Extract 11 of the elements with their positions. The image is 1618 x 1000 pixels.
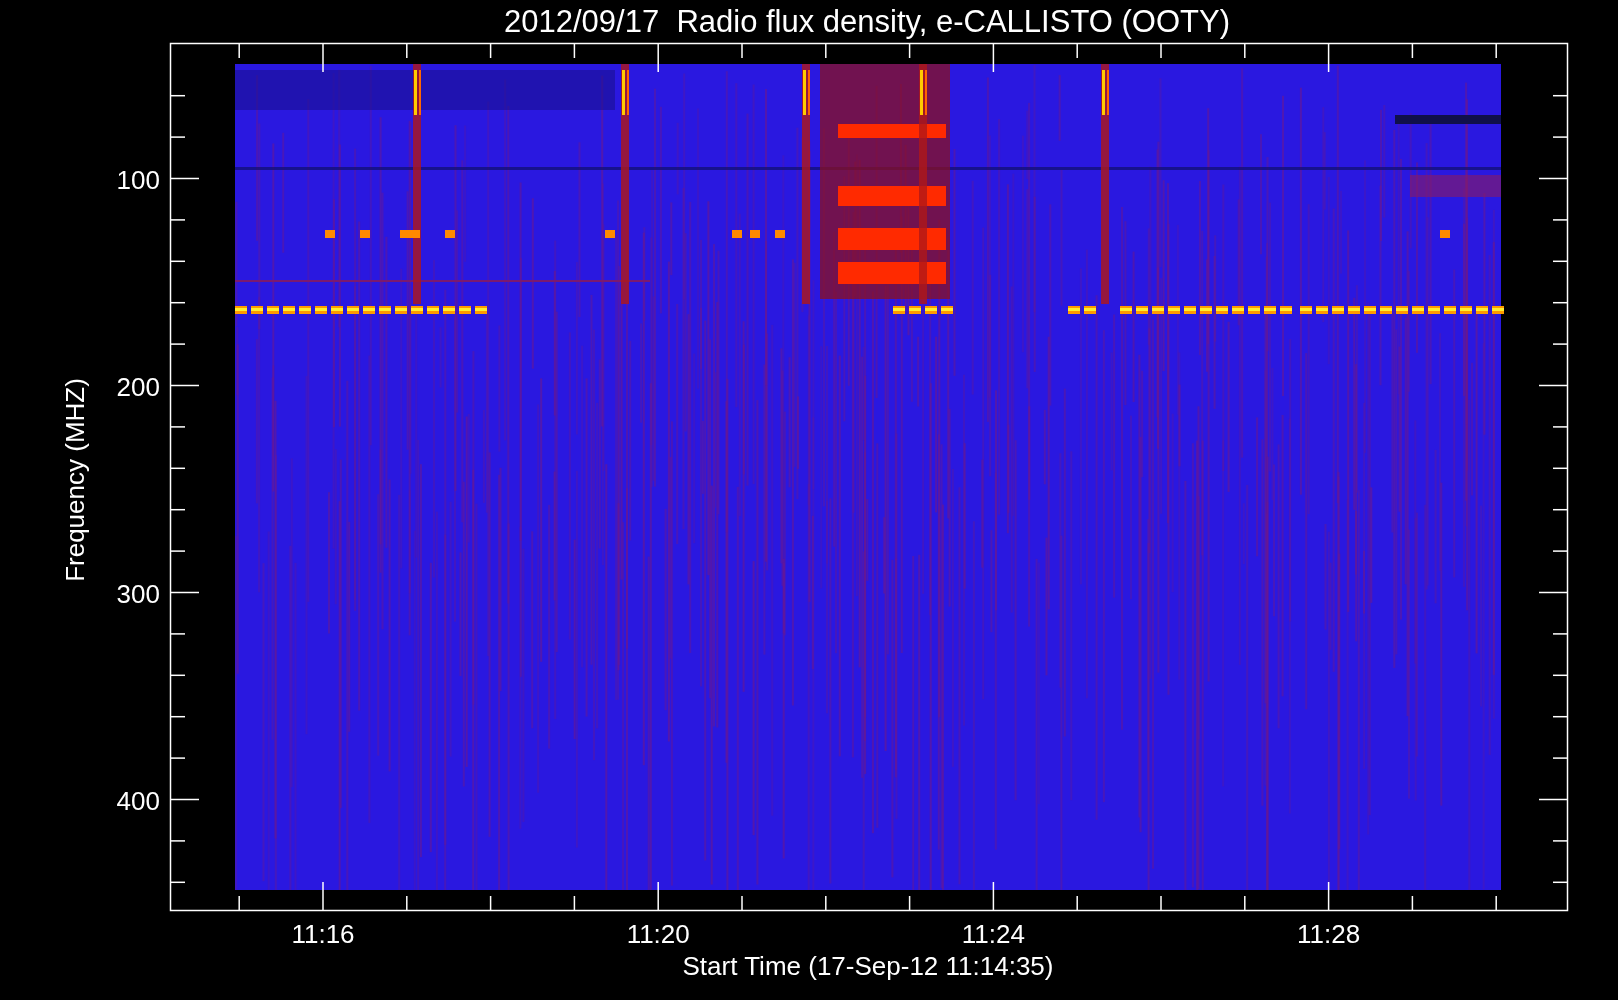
x-tick-label: 11:24 — [961, 919, 1025, 949]
y-axis-label: Frequency (MHZ) — [60, 378, 90, 582]
y-tick-label: 200 — [116, 371, 160, 402]
chart-title: 2012/09/17 Radio flux density, e-CALLISTO (OOTY) — [504, 4, 1230, 39]
x-tick-label: 11:20 — [626, 919, 690, 949]
y-tick-label: 100 — [116, 164, 160, 195]
x-tick-label: 11:28 — [1297, 919, 1361, 949]
y-tick-label: 300 — [116, 578, 160, 609]
y-tick-label: 400 — [116, 785, 160, 816]
x-tick-label: 11:16 — [291, 919, 355, 949]
x-axis-label: Start Time (17-Sep-12 11:14:35) — [682, 951, 1054, 981]
